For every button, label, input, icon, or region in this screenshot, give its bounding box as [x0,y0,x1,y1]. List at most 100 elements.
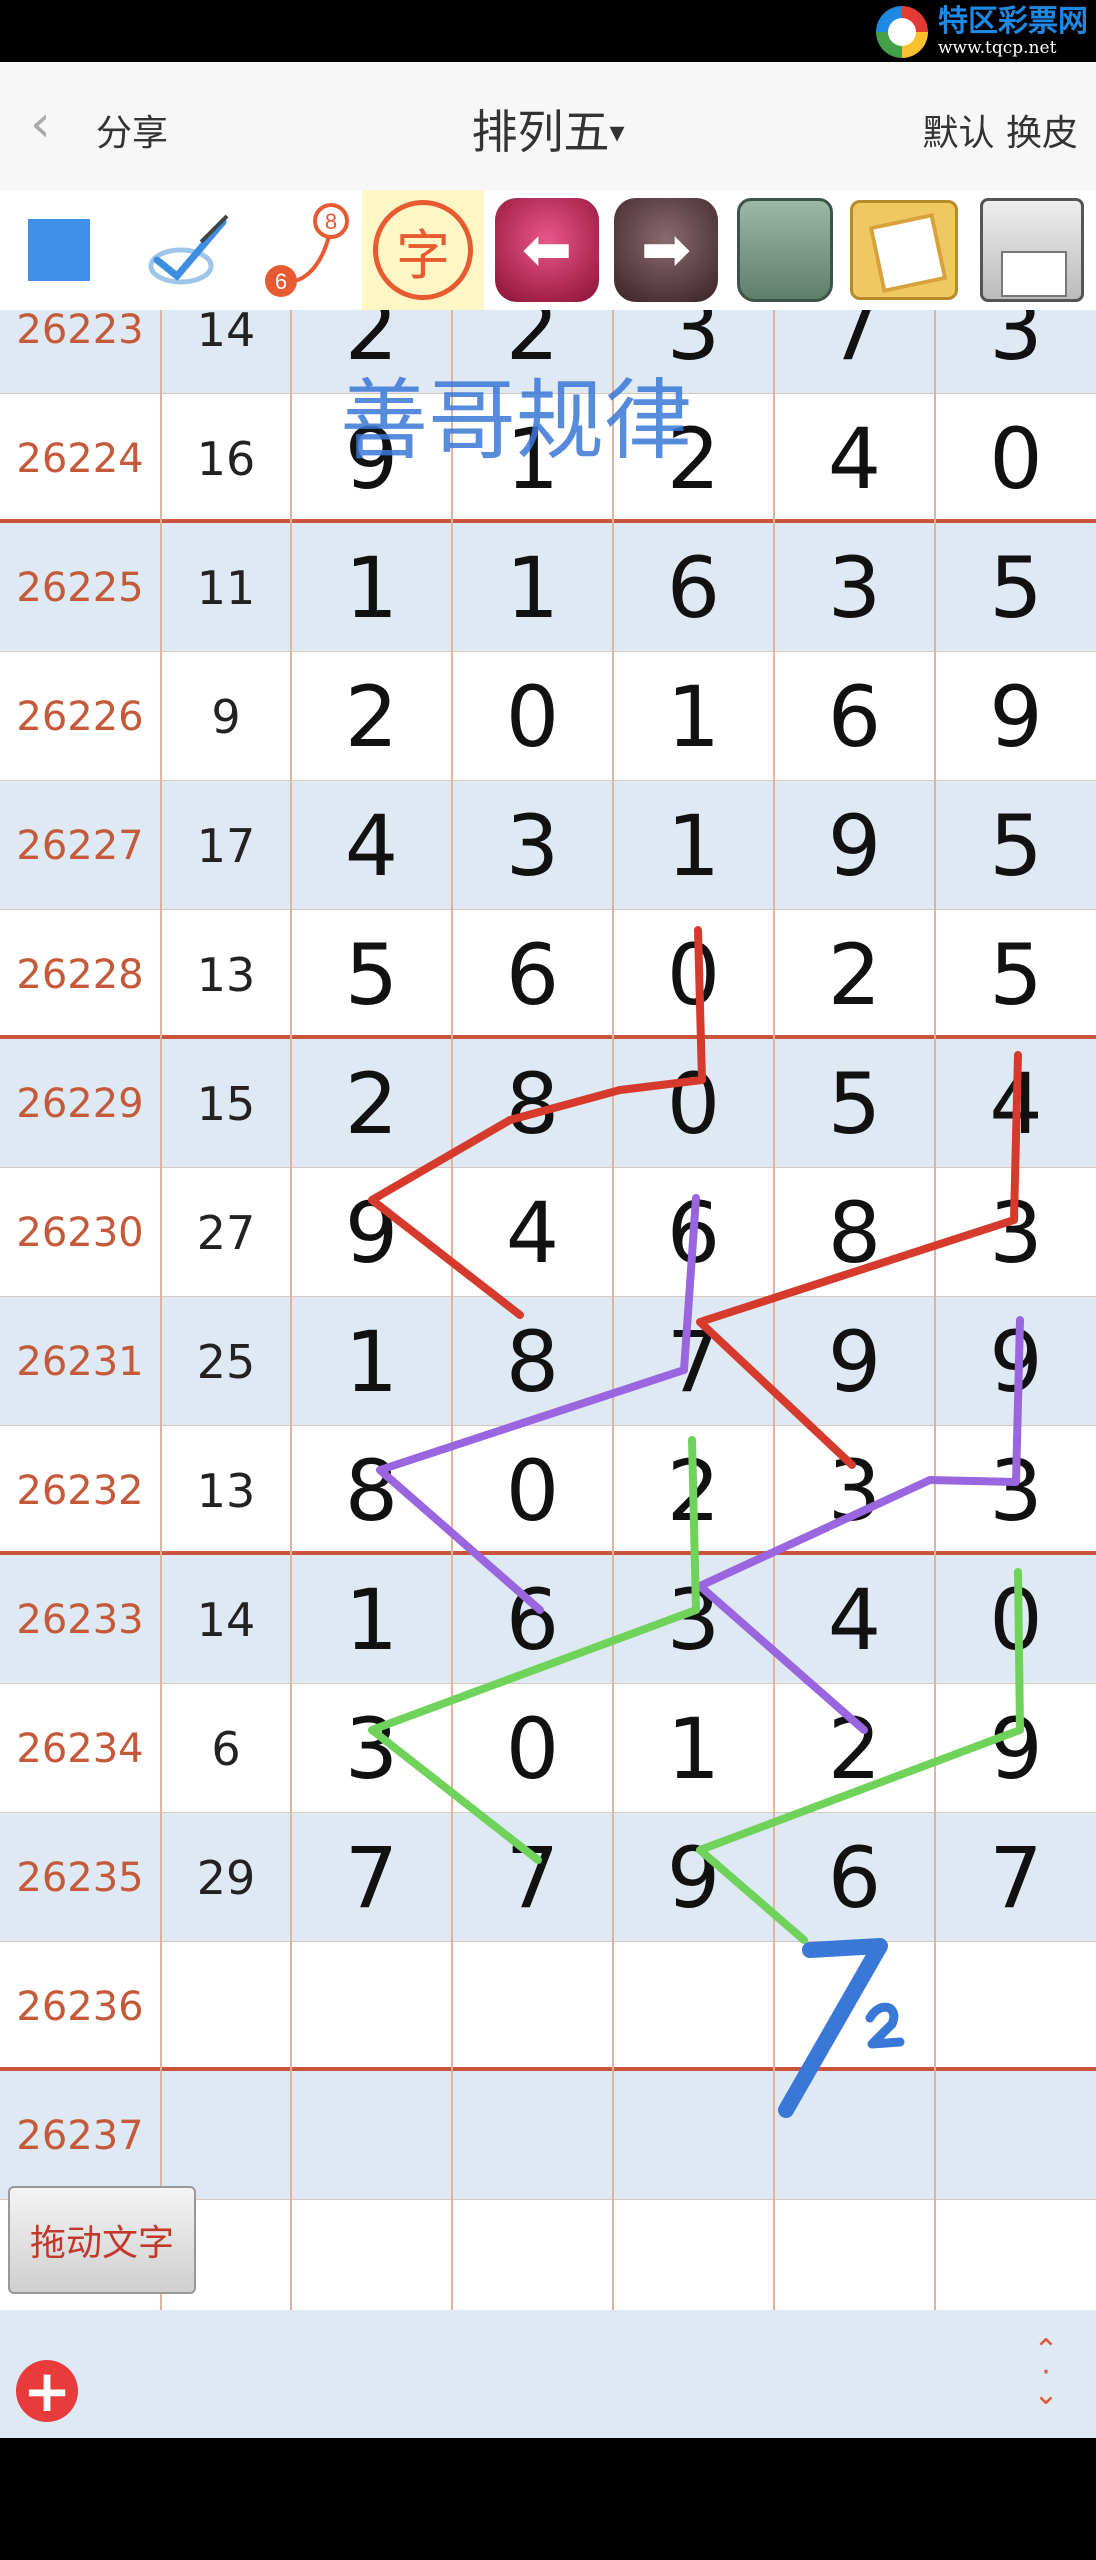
chevron-down-icon: ▾ [609,115,625,150]
sum-value: 25 [162,1297,292,1426]
text-tool-button[interactable]: 字 [362,190,484,310]
digit-cell: 1 [614,1684,775,1813]
table-row: 26236 [0,1942,1096,2071]
digit-cell: 9 [775,1297,936,1426]
undo-button[interactable]: ⬅ [488,190,606,310]
digit-cell [453,2200,614,2310]
logo-icon [876,6,928,58]
digit-cell: 3 [775,1426,936,1555]
digit-cell: 4 [453,1168,614,1297]
sum-value: 13 [162,910,292,1039]
connect-line-icon: 8 6 [265,203,349,297]
clear-button[interactable] [726,190,844,310]
text-tool-icon: 字 [373,200,473,300]
digit-cell: 6 [775,652,936,781]
digit-cell: 5 [292,910,453,1039]
sum-value: 15 [162,1039,292,1168]
pen-tool-button[interactable] [130,190,248,310]
sum-value: 6 [162,1684,292,1813]
digit-cell: 7 [292,1813,453,1942]
digit-cell: 9 [614,1813,775,1942]
save-button[interactable] [968,190,1096,310]
table-row: 26235 29 7 7 9 6 7 [0,1813,1096,1942]
line-num-a: 8 [325,209,337,234]
digit-cell [936,2071,1096,2200]
digit-cell: 4 [989,1054,1043,1153]
digit-cell: 8 [453,1297,614,1426]
digit-cell: 3 [775,523,936,652]
digit-cell: 8 [453,1039,614,1168]
issue-number: 26226 [0,652,162,781]
digit-cell: 4 [775,394,936,523]
issue-number: 26229 [0,1039,162,1168]
photos-icon [850,200,958,300]
status-bar: 特区彩票网 www.tqcp.net [0,0,1096,62]
digit-cell [775,1942,936,2071]
digit-cell: 6 [775,1813,936,1942]
bottom-bar: + ⌃ · ⌄ [0,2310,1096,2438]
digit-cell: 0 [614,910,775,1039]
table-row: 26233 14 1 6 3 4 0 [0,1555,1096,1684]
nav-bar: ‹ 分享 排列五▾ 默认 换皮 [0,62,1096,190]
digit-cell: 3 [989,1441,1043,1540]
digit-cell: 0 [453,1684,614,1813]
digit-cell: 6 [614,1168,775,1297]
digit-cell [614,2071,775,2200]
gallery-button[interactable] [845,190,963,310]
digit-cell: 8 [775,1168,936,1297]
table-row: 26225 11 1 1 6 3 5 [0,523,1096,652]
draw-table[interactable]: 26223 14 2 2 3 7 3 26224 16 9 1 2 4 0 26225 11 1 1 6 3 5 2622… [0,310,1096,2310]
trash-icon [737,198,833,302]
table-row: 26232 13 8 0 2 3 3 [0,1426,1096,1555]
line-num-b: 6 [275,269,287,294]
add-icon[interactable]: + [16,2360,78,2422]
table-row: 26228 13 5 6 0 2 5 [0,910,1096,1039]
arrow-left-icon: ⬅ [495,198,599,302]
digit-cell [453,1942,614,2071]
digit-cell [775,2071,936,2200]
logo-text: 特区彩票网 [938,4,1088,39]
drag-text-button[interactable]: 拖动文字 [8,2186,196,2294]
table-row: 26226 9 2 0 1 6 9 [0,652,1096,781]
logo-url: www.tqcp.net [938,38,1057,58]
digit-cell [292,1942,453,2071]
digit-cell: 0 [989,409,1043,508]
digit-cell: 2 [292,652,453,781]
digit-cell: 3 [453,781,614,910]
issue-number: 26232 [0,1426,162,1555]
table-row: 26237 [0,2071,1096,2200]
line-tool-button[interactable]: 8 6 [245,190,363,310]
digit-cell: 5 [775,1039,936,1168]
issue-number: 26230 [0,1168,162,1297]
digit-cell: 1 [292,523,453,652]
digit-cell: 9 [775,781,936,910]
redo-button[interactable]: ➡ [607,190,725,310]
sum-value [162,1942,292,2071]
digit-cell: 4 [292,781,453,910]
table-row: 26229 15 2 8 0 5 4 [0,1039,1096,1168]
digit-cell: 5 [989,538,1043,637]
arrow-right-icon: ➡ [614,198,718,302]
digit-cell [775,2200,936,2310]
expand-collapse-icon[interactable]: ⌃ · ⌄ [1026,2336,1066,2410]
color-square-icon [28,219,90,281]
digit-cell [936,1942,1096,2071]
issue-number: 26235 [0,1813,162,1942]
issue-number: 26228 [0,910,162,1039]
issue-number: 26234 [0,1684,162,1813]
table-row: 26230 27 9 4 6 8 3 [0,1168,1096,1297]
sum-value: 29 [162,1813,292,1942]
digit-cell: 9 [292,1168,453,1297]
sum-value: 17 [162,781,292,910]
color-picker-button[interactable] [0,190,118,310]
digit-cell: 8 [292,1426,453,1555]
sum-value: 14 [162,310,292,394]
digit-cell [936,2200,1096,2310]
issue-number: 26225 [0,523,162,652]
digit-cell: 0 [989,1570,1043,1669]
digit-cell: 1 [453,523,614,652]
sum-value: 11 [162,523,292,652]
digit-cell: 1 [292,1555,453,1684]
digit-cell: 1 [614,781,775,910]
skin-button[interactable]: 默认 换皮 [923,104,1078,156]
